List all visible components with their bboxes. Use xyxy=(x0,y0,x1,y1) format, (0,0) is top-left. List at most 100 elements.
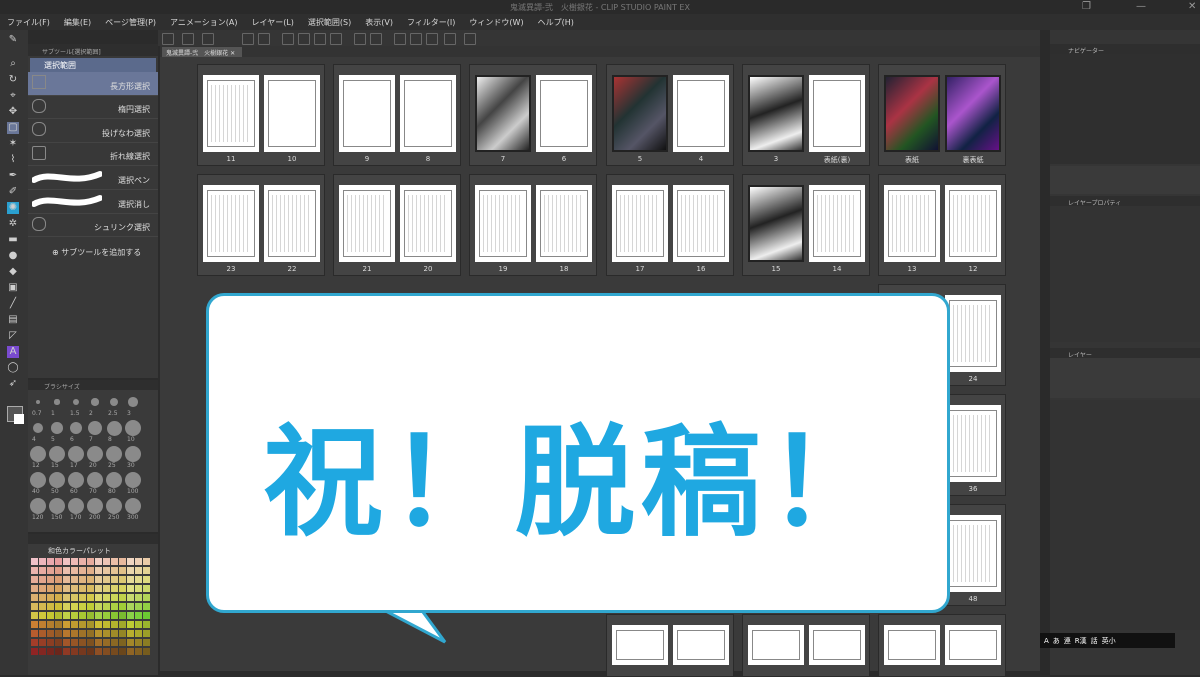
color-swatch[interactable] xyxy=(111,630,118,637)
brush-size-dot[interactable] xyxy=(125,446,141,462)
color-swatch[interactable] xyxy=(103,567,110,574)
brush-size-dot[interactable] xyxy=(49,446,65,462)
color-swatch[interactable] xyxy=(111,621,118,628)
brush-size-dot[interactable] xyxy=(87,498,103,514)
color-swatch[interactable] xyxy=(63,567,70,574)
color-swatch[interactable] xyxy=(103,621,110,628)
brush-size-dot[interactable] xyxy=(128,397,138,407)
layer-header[interactable]: レイヤー xyxy=(1050,348,1200,359)
color-swatch[interactable] xyxy=(47,603,54,610)
page-thumbnail[interactable] xyxy=(748,75,804,152)
menu-layer[interactable]: レイヤー(L) xyxy=(244,14,300,30)
invert-selection-icon[interactable] xyxy=(370,33,382,45)
move-icon[interactable]: ✥ xyxy=(7,106,19,118)
color-swatch[interactable] xyxy=(71,576,78,583)
color-swatch[interactable] xyxy=(111,639,118,646)
color-swatch[interactable] xyxy=(55,576,62,583)
color-swatch[interactable] xyxy=(87,576,94,583)
page-thumbnail[interactable] xyxy=(673,625,729,665)
menu-filter[interactable]: フィルター(I) xyxy=(400,14,462,30)
color-swatch[interactable] xyxy=(111,648,118,655)
color-swatch[interactable] xyxy=(47,612,54,619)
color-swatch[interactable] xyxy=(31,621,38,628)
color-swatch[interactable] xyxy=(31,567,38,574)
page-thumbnail[interactable] xyxy=(536,75,592,152)
navigator-view[interactable] xyxy=(1050,54,1200,164)
selection-icon[interactable]: ▢ xyxy=(7,122,19,134)
pencil-icon[interactable]: ✐ xyxy=(7,186,19,198)
color-swatch[interactable] xyxy=(71,621,78,628)
undo-icon[interactable] xyxy=(242,33,254,45)
color-swatch[interactable] xyxy=(95,576,102,583)
zoom-icon[interactable]: ⌕ xyxy=(7,58,19,70)
color-swatch[interactable] xyxy=(103,639,110,646)
color-swatch[interactable] xyxy=(135,594,142,601)
subtool-select-pen[interactable]: 選択ペン xyxy=(28,166,158,190)
brush-size-dot[interactable] xyxy=(54,399,60,405)
brush-size-dot[interactable] xyxy=(30,498,46,514)
color-swatch[interactable] xyxy=(39,612,46,619)
color-swatch[interactable] xyxy=(143,612,150,619)
brush-size-dot[interactable] xyxy=(125,472,141,488)
color-swatch[interactable] xyxy=(63,594,70,601)
page-thumbnail[interactable] xyxy=(203,185,259,262)
navigator-header[interactable]: ナビゲーター xyxy=(1050,44,1200,55)
color-swatch[interactable] xyxy=(135,558,142,565)
subtool-select-eraser[interactable]: 選択消し xyxy=(28,190,158,214)
color-swatch[interactable] xyxy=(79,621,86,628)
decoration-icon[interactable]: ✲ xyxy=(7,218,19,230)
color-swatch[interactable] xyxy=(39,639,46,646)
subtool-lasso-select[interactable]: 投げなわ選択 xyxy=(28,119,158,143)
color-swatch[interactable] xyxy=(127,639,134,646)
color-swatch[interactable] xyxy=(127,558,134,565)
menu-selection[interactable]: 選択範囲(S) xyxy=(301,14,358,30)
menu-view[interactable]: 表示(V) xyxy=(358,14,400,30)
page-thumbnail[interactable] xyxy=(945,405,1001,482)
color-swatch[interactable] xyxy=(111,612,118,619)
menu-file[interactable]: ファイル(F) xyxy=(0,14,57,30)
color-swatch[interactable] xyxy=(87,612,94,619)
color-swatch[interactable] xyxy=(39,630,46,637)
color-swatch[interactable] xyxy=(95,612,102,619)
color-swatch[interactable] xyxy=(55,612,62,619)
page-thumbnail[interactable] xyxy=(884,75,940,152)
color-swatch[interactable] xyxy=(119,648,126,655)
color-swatch[interactable] xyxy=(63,576,70,583)
fill-selection-icon[interactable] xyxy=(314,33,326,45)
layer-list[interactable] xyxy=(1050,400,1200,630)
color-swatch[interactable] xyxy=(39,585,46,592)
color-swatch[interactable] xyxy=(143,630,150,637)
color-swatch[interactable] xyxy=(111,603,118,610)
color-swatch[interactable] xyxy=(143,576,150,583)
color-swatch[interactable] xyxy=(63,621,70,628)
color-swatch[interactable] xyxy=(55,567,62,574)
page-thumbnail[interactable] xyxy=(945,185,1001,262)
color-swatch[interactable] xyxy=(95,567,102,574)
subtool-shrink-select[interactable]: シュリンク選択 xyxy=(28,214,158,238)
color-swatch[interactable] xyxy=(135,603,142,610)
page-thumbnail[interactable] xyxy=(612,625,668,665)
scale-icon[interactable] xyxy=(330,33,342,45)
color-swatch[interactable] xyxy=(79,639,86,646)
color-swatch[interactable] xyxy=(79,558,86,565)
color-swatch[interactable] xyxy=(119,558,126,565)
color-swatch[interactable] xyxy=(39,603,46,610)
page-thumbnail[interactable] xyxy=(748,625,804,665)
color-swatch[interactable] xyxy=(55,648,62,655)
color-swatch[interactable] xyxy=(119,612,126,619)
page-thumbnail[interactable] xyxy=(612,185,668,262)
color-swatch[interactable] xyxy=(143,603,150,610)
color-swatch[interactable] xyxy=(103,648,110,655)
color-swatch[interactable] xyxy=(143,567,150,574)
color-swatch[interactable] xyxy=(103,594,110,601)
page-thumbnail[interactable] xyxy=(536,185,592,262)
color-swatch[interactable] xyxy=(95,585,102,592)
color-swatch[interactable] xyxy=(31,585,38,592)
color-swatch[interactable] xyxy=(71,603,78,610)
color-swatch[interactable] xyxy=(111,567,118,574)
color-swatch[interactable] xyxy=(79,594,86,601)
brush-size-dot[interactable] xyxy=(68,446,84,462)
color-swatch[interactable] xyxy=(127,648,134,655)
color-swatch[interactable] xyxy=(95,621,102,628)
color-swatch[interactable] xyxy=(71,585,78,592)
